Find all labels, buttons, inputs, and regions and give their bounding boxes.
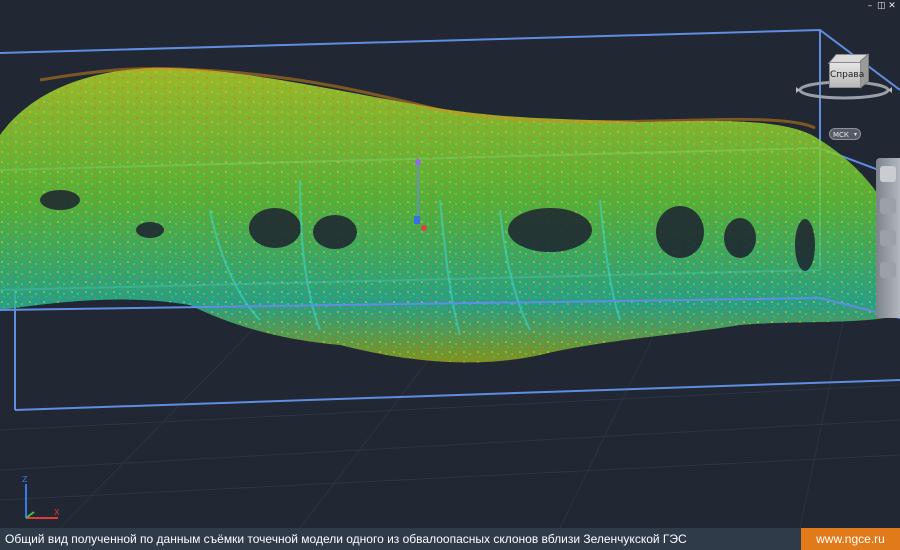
wcs-label: МСК (833, 131, 849, 139)
drawing-viewport[interactable]: – ◫ ✕ Справа МСК ▾ Z X (0, 0, 900, 528)
svg-text:X: X (54, 508, 60, 517)
svg-text:Z: Z (22, 475, 28, 484)
minimize-icon[interactable]: – (866, 2, 874, 11)
point-cloud-scene[interactable] (0, 0, 900, 528)
orbit-icon[interactable] (880, 262, 896, 278)
chevron-down-icon: ▾ (853, 131, 857, 138)
viewcube[interactable]: Справа (796, 50, 896, 110)
window-controls: – ◫ ✕ (866, 2, 896, 11)
wcs-menu[interactable]: МСК ▾ (829, 128, 861, 140)
zoom-icon[interactable] (880, 230, 896, 246)
site-link[interactable]: www.ngce.ru (801, 528, 900, 550)
point-cloud (0, 66, 900, 363)
ucs-axis-icon: Z X (22, 475, 60, 519)
caption-bar: Общий вид полученной по данным съёмки то… (0, 528, 900, 550)
restore-icon[interactable]: ◫ (877, 2, 886, 11)
navigation-bar (876, 158, 900, 318)
image-caption: Общий вид полученной по данным съёмки то… (5, 532, 687, 546)
steering-wheel-icon[interactable] (880, 166, 896, 182)
viewcube-front-face[interactable]: Справа (829, 62, 864, 88)
close-icon[interactable]: ✕ (888, 2, 896, 11)
pan-icon[interactable] (880, 198, 896, 214)
